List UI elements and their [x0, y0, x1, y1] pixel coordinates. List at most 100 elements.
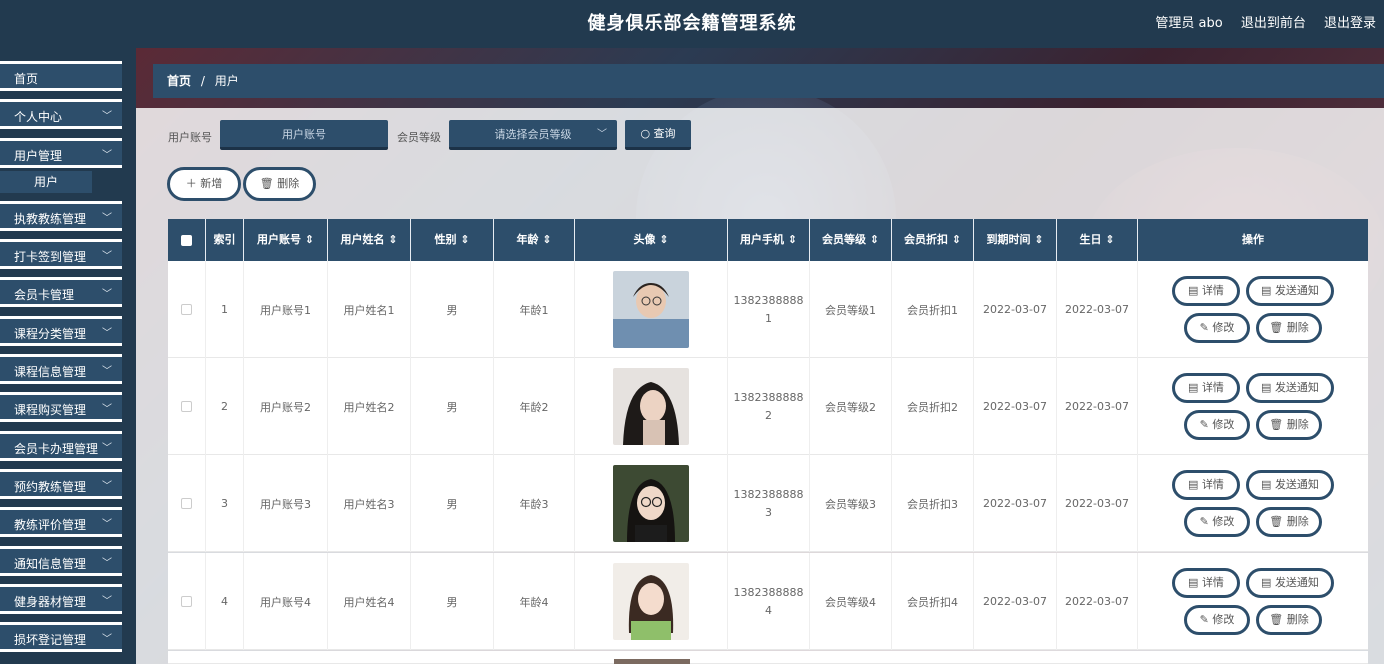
avatar-image[interactable]	[613, 368, 689, 445]
col-expire[interactable]: 到期时间 ⇕	[974, 219, 1057, 261]
cell-avatar	[575, 261, 728, 358]
chevron-down-icon: ﹀	[102, 251, 112, 262]
detail-button[interactable]: ▤ 详情	[1172, 470, 1240, 500]
col-index: 索引	[206, 219, 244, 261]
account-search-input[interactable]: 用户账号	[220, 120, 388, 150]
col-gender[interactable]: 性别 ⇕	[411, 219, 494, 261]
level-select[interactable]: 请选择会员等级 ﹀	[449, 120, 617, 150]
sidebar-item-coach-booking[interactable]: 预约教练管理 ﹀	[0, 469, 122, 499]
cell-index: 3	[206, 455, 244, 552]
col-operations: 操作	[1242, 233, 1264, 246]
delete-button[interactable]: 🗑 删除	[1256, 507, 1322, 537]
col-birthday[interactable]: 生日 ⇕	[1057, 219, 1138, 261]
col-phone[interactable]: 用户手机 ⇕	[728, 219, 810, 261]
sidebar: 首页 个人中心 ﹀ 用户管理 ﹀ 用户 执教教练管理 ﹀ 打卡签到管理 ﹀ 会员卡管理 ﹀…	[0, 48, 136, 664]
breadcrumb: 首页 / 用户	[153, 64, 1384, 98]
sidebar-item-coach-review[interactable]: 教练评价管理 ﹀	[0, 507, 122, 537]
document-icon: ▤	[1261, 478, 1275, 491]
document-icon: ▤	[1188, 576, 1202, 589]
exit-to-front-link[interactable]: 退出到前台	[1241, 16, 1306, 31]
send-notification-button[interactable]: ▤ 发送通知	[1246, 568, 1334, 598]
row-checkbox[interactable]	[168, 455, 206, 552]
col-name[interactable]: 用户姓名 ⇕	[328, 219, 411, 261]
chevron-down-icon: ﹀	[597, 129, 607, 140]
document-icon: ▤	[1188, 381, 1202, 394]
account-label: 用户账号	[168, 131, 212, 144]
send-notification-button[interactable]: ▤ 发送通知	[1246, 470, 1334, 500]
col-age[interactable]: 年龄 ⇕	[494, 219, 575, 261]
cell-gender: 男	[411, 553, 494, 650]
sidebar-subitem-user[interactable]: 用户	[0, 171, 92, 193]
breadcrumb-home[interactable]: 首页	[167, 74, 191, 88]
top-bar: 健身俱乐部会籍管理系统 管理员 abo 退出到前台 退出登录	[0, 0, 1384, 48]
sidebar-item-course-category[interactable]: 课程分类管理 ﹀	[0, 316, 122, 346]
delete-button[interactable]: 🗑 删除	[1256, 605, 1322, 635]
cell-age: 年龄3	[494, 455, 575, 552]
avatar-image[interactable]	[613, 563, 689, 640]
pencil-icon: ✎	[1199, 515, 1213, 528]
edit-button[interactable]: ✎ 修改	[1184, 605, 1250, 635]
sidebar-item-personal-center[interactable]: 个人中心 ﹀	[0, 99, 122, 129]
col-discount[interactable]: 会员折扣 ⇕	[892, 219, 974, 261]
select-all-checkbox[interactable]	[168, 219, 206, 261]
table-row: 4 用户账号4 用户姓名4 男 年龄4 1382388888 4 会员等级4 会…	[168, 553, 1368, 650]
cell-discount: 会员折扣2	[892, 358, 974, 455]
cell-phone: 1382388888 1	[733, 293, 804, 325]
cell-age: 年龄4	[494, 553, 575, 650]
cell-level: 会员等级2	[810, 358, 892, 455]
detail-button[interactable]: ▤ 详情	[1172, 568, 1240, 598]
cell-discount: 会员折扣4	[892, 553, 974, 650]
edit-button[interactable]: ✎ 修改	[1184, 410, 1250, 440]
sidebar-item-checkin-management[interactable]: 打卡签到管理 ﹀	[0, 239, 122, 269]
chevron-down-icon: ﹀	[102, 519, 112, 530]
document-icon: ▤	[1188, 478, 1202, 491]
table-row: 3 用户账号3 用户姓名3 男 年龄3 1382388888 3 会员等级3 会…	[168, 455, 1368, 552]
sidebar-item-damage-record[interactable]: 损坏登记管理 ﹀	[0, 622, 122, 652]
add-button[interactable]: ＋ 新增	[167, 167, 241, 201]
sidebar-item-course-purchase[interactable]: 课程购买管理 ﹀	[0, 392, 122, 422]
pencil-icon: ✎	[1199, 321, 1213, 334]
send-notification-button[interactable]: ▤ 发送通知	[1246, 276, 1334, 306]
sidebar-item-coach-management[interactable]: 执教教练管理 ﹀	[0, 201, 122, 231]
edit-button[interactable]: ✎ 修改	[1184, 313, 1250, 343]
sidebar-item-card-handling[interactable]: 会员卡办理管理 ﹀	[0, 431, 122, 461]
query-button[interactable]: ○ 查询	[625, 120, 691, 150]
chevron-down-icon: ﹀	[102, 404, 112, 415]
cell-discount: 会员折扣3	[892, 455, 974, 552]
sidebar-item-card-management[interactable]: 会员卡管理 ﹀	[0, 277, 122, 307]
edit-button[interactable]: ✎ 修改	[1184, 507, 1250, 537]
row-checkbox[interactable]	[168, 553, 206, 650]
detail-button[interactable]: ▤ 详情	[1172, 373, 1240, 403]
sidebar-item-user-management[interactable]: 用户管理 ﹀	[0, 138, 122, 168]
level-label: 会员等级	[397, 131, 441, 144]
cell-avatar	[575, 553, 728, 650]
logout-link[interactable]: 退出登录	[1324, 16, 1376, 31]
sidebar-item-notification[interactable]: 通知信息管理 ﹀	[0, 546, 122, 576]
col-avatar[interactable]: 头像 ⇕	[575, 219, 728, 261]
breadcrumb-separator: /	[200, 74, 205, 88]
send-notification-button[interactable]: ▤ 发送通知	[1246, 373, 1334, 403]
chevron-down-icon: ﹀	[102, 443, 112, 454]
sidebar-item-course-info[interactable]: 课程信息管理 ﹀	[0, 354, 122, 384]
delete-button[interactable]: 🗑 删除	[1256, 410, 1322, 440]
table-row: 1 用户账号1 用户姓名1 男 年龄1 1382388888 1 会员等级1 会…	[168, 261, 1368, 358]
trash-icon: 🗑	[1269, 613, 1287, 626]
sidebar-item-home[interactable]: 首页	[0, 61, 122, 91]
delete-button[interactable]: 🗑 删除	[1256, 313, 1322, 343]
pencil-icon: ✎	[1199, 418, 1213, 431]
avatar-image[interactable]	[613, 465, 689, 542]
table-header: 索引 用户账号 ⇕ 用户姓名 ⇕ 性别 ⇕ 年龄 ⇕ 头像 ⇕ 用户手机 ⇕ 会…	[168, 219, 1368, 261]
batch-delete-button[interactable]: 🗑 删除	[243, 167, 316, 201]
col-account[interactable]: 用户账号 ⇕	[244, 219, 328, 261]
row-checkbox[interactable]	[168, 358, 206, 455]
avatar-image[interactable]	[613, 271, 689, 348]
cell-index: 4	[206, 553, 244, 650]
sidebar-item-equipment[interactable]: 健身器材管理 ﹀	[0, 584, 122, 614]
detail-button[interactable]: ▤ 详情	[1172, 276, 1240, 306]
cell-name: 用户姓名3	[328, 455, 411, 552]
cell-index: 1	[206, 261, 244, 358]
admin-user[interactable]: 管理员 abo	[1155, 16, 1222, 31]
row-checkbox[interactable]	[168, 261, 206, 358]
col-level[interactable]: 会员等级 ⇕	[810, 219, 892, 261]
cell-account: 用户账号1	[244, 261, 328, 358]
